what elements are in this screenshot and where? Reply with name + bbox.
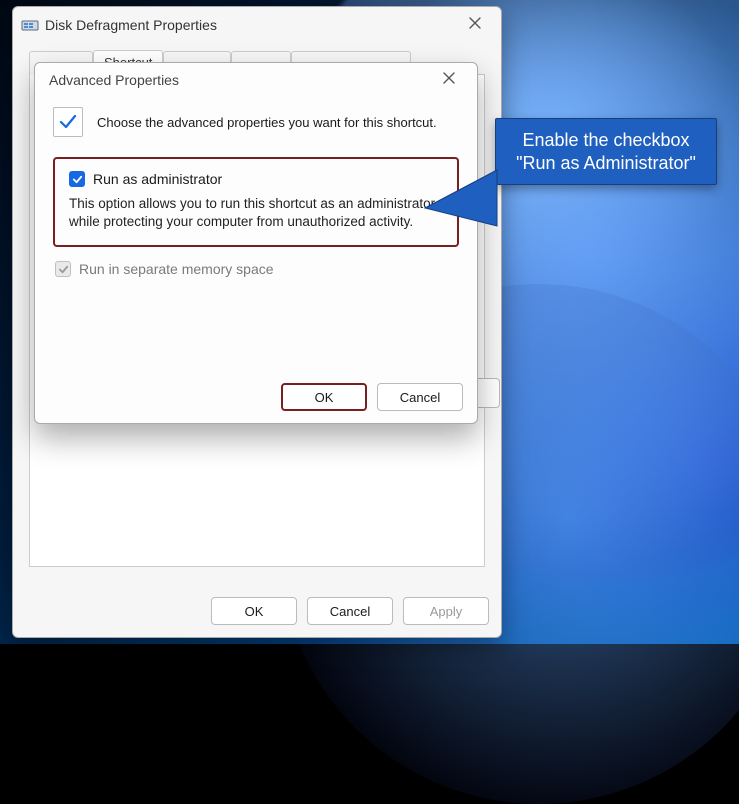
run-as-admin-label[interactable]: Run as administrator <box>93 171 222 187</box>
dialog-buttons: OK Cancel Apply <box>211 597 489 625</box>
adv-titlebar[interactable]: Advanced Properties <box>35 63 477 97</box>
advanced-properties-dialog: Advanced Properties Choose the advanced … <box>34 62 478 424</box>
adv-cancel-button[interactable]: Cancel <box>377 383 463 411</box>
adv-close-button[interactable] <box>431 66 467 94</box>
run-as-admin-checkbox[interactable] <box>69 171 85 187</box>
adv-window-title: Advanced Properties <box>49 72 179 88</box>
adv-intro-text: Choose the advanced properties you want … <box>97 115 437 130</box>
adv-dialog-buttons: OK Cancel <box>281 383 463 411</box>
close-button[interactable] <box>457 11 493 39</box>
apply-button[interactable]: Apply <box>403 597 489 625</box>
adv-intro: Choose the advanced properties you want … <box>53 107 459 137</box>
window-title: Disk Defragment Properties <box>45 17 217 33</box>
run-as-admin-description: This option allows you to run this short… <box>69 195 443 231</box>
separate-memory-label: Run in separate memory space <box>79 261 274 277</box>
checkmark-icon <box>53 107 83 137</box>
cancel-button[interactable]: Cancel <box>307 597 393 625</box>
annotation-callout: Enable the checkbox "Run as Administrato… <box>495 118 717 185</box>
callout-text: Enable the checkbox "Run as Administrato… <box>495 118 717 185</box>
run-as-admin-group: Run as administrator This option allows … <box>53 157 459 247</box>
titlebar[interactable]: Disk Defragment Properties <box>13 7 501 43</box>
adv-ok-button[interactable]: OK <box>281 383 367 411</box>
ok-button[interactable]: OK <box>211 597 297 625</box>
separate-memory-checkbox <box>55 261 71 277</box>
defrag-icon <box>21 16 39 34</box>
separate-memory-row: Run in separate memory space <box>53 261 459 277</box>
